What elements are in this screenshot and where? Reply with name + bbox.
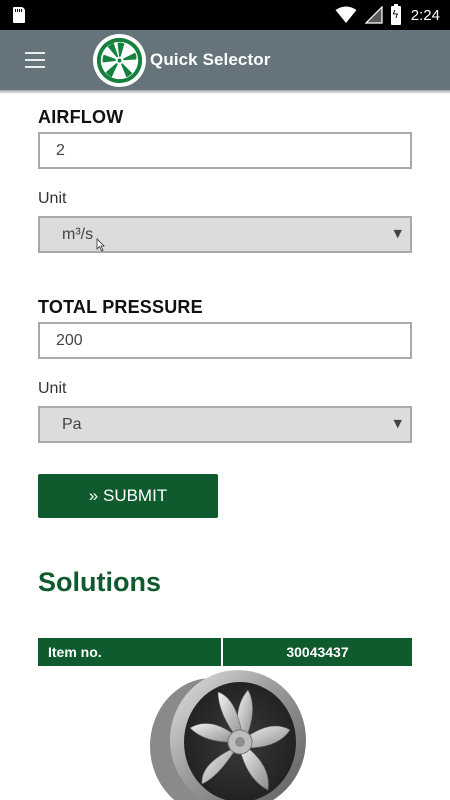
hamburger-menu-icon[interactable]	[25, 52, 45, 68]
axial-fan-product-image	[150, 670, 306, 800]
total-pressure-label: TOTAL PRESSURE	[38, 297, 203, 317]
app-title: Quick Selector	[150, 50, 271, 69]
total-pressure-input[interactable]	[38, 322, 412, 359]
app-bar-shadow	[0, 90, 450, 94]
chevron-down-icon: ▼	[393, 417, 402, 430]
chevron-down-icon: ▼	[393, 227, 402, 240]
fan-logo	[92, 33, 147, 88]
solutions-table-header: Item no. 30043437	[38, 638, 412, 666]
status-icons: ϟ 2:24	[335, 0, 440, 30]
submit-button[interactable]: » SUBMIT	[38, 474, 218, 518]
item-number-label: Item no.	[38, 638, 223, 666]
app-bar: Quick Selector	[0, 30, 450, 90]
airflow-unit-select[interactable]: m³/s ▼	[38, 216, 412, 253]
pressure-unit-value: Pa	[62, 416, 82, 433]
signal-icon	[364, 6, 383, 24]
airflow-input[interactable]	[38, 132, 412, 169]
item-number-value[interactable]: 30043437	[223, 638, 412, 666]
pressure-unit-label: Unit	[38, 380, 67, 397]
battery-charging-icon: ϟ	[390, 3, 401, 25]
sd-card-icon	[13, 7, 25, 23]
airflow-label: AIRFLOW	[38, 107, 124, 127]
clock-time: 2:24	[410, 6, 440, 24]
airflow-unit-label: Unit	[38, 190, 67, 207]
status-bar: ϟ 2:24	[0, 0, 450, 30]
airflow-unit-value: m³/s	[62, 226, 94, 243]
solutions-heading: Solutions	[38, 567, 161, 597]
wifi-icon	[335, 6, 357, 23]
pressure-unit-select[interactable]: Pa ▼	[38, 406, 412, 443]
mouse-cursor-icon	[96, 238, 105, 252]
